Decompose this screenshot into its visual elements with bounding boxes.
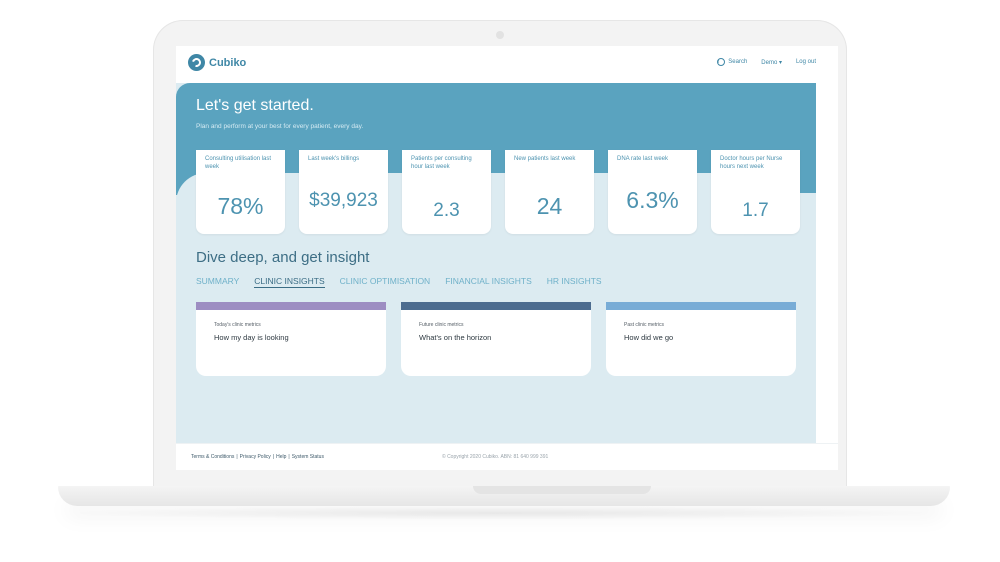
tab-clinic-optimisation[interactable]: CLINIC OPTIMISATION (340, 276, 431, 288)
panel-accent-bar (401, 302, 591, 310)
panel-kicker: Today's clinic metrics (214, 322, 261, 328)
logo[interactable]: Cubiko (188, 54, 246, 71)
panel-title: How my day is looking (214, 333, 289, 342)
footer: Terms & Conditions | Privacy Policy | He… (176, 443, 838, 470)
tab-summary[interactable]: SUMMARY (196, 276, 239, 288)
system-status-link[interactable]: System Status (292, 454, 324, 460)
kpi-card[interactable]: Patients per consulting hour last week 2… (402, 150, 491, 234)
footer-divider: | (236, 454, 238, 460)
kpi-card[interactable]: Consulting utilisation last week 78% (196, 150, 285, 234)
panel-kicker: Future clinic metrics (419, 322, 464, 328)
app-screen: Cubiko i Search Demo ▾ Log out Let's get… (176, 46, 838, 470)
kpi-label: Doctor hours per Nurse hours next week (720, 156, 783, 170)
laptop-shadow (60, 506, 940, 520)
logo-text: Cubiko (209, 56, 247, 69)
info-icon: i (717, 58, 726, 66)
insight-panel-past[interactable]: Past clinic metrics How did we go (606, 302, 796, 376)
panel-title: How did we go (624, 333, 674, 342)
tab-financial-insights[interactable]: FINANCIAL INSIGHTS (445, 276, 532, 288)
top-links: i Search Demo ▾ Log out (717, 58, 816, 66)
panel-accent-bar (196, 302, 386, 310)
demo-dropdown[interactable]: Demo ▾ (761, 58, 782, 66)
privacy-link[interactable]: Privacy Policy (240, 454, 271, 460)
search-link[interactable]: i Search (717, 58, 747, 66)
help-link[interactable]: Help (276, 454, 286, 460)
kpi-label: New patients last week (514, 156, 576, 162)
kpi-value: 1.7 (742, 200, 769, 221)
kpi-label: Patients per consulting hour last week (411, 156, 472, 170)
insight-panels: Today's clinic metrics How my day is loo… (196, 302, 796, 376)
kpi-label: Last week's billings (308, 156, 360, 162)
page-subtitle: Plan and perform at your best for every … (196, 123, 364, 130)
kpi-value: 78% (217, 193, 264, 219)
kpi-row: Consulting utilisation last week 78% Las… (196, 150, 800, 234)
panel-accent-bar (606, 302, 796, 310)
kpi-label: Consulting utilisation last week (205, 156, 272, 170)
insight-panel-today[interactable]: Today's clinic metrics How my day is loo… (196, 302, 386, 376)
footer-links: Terms & Conditions | Privacy Policy | He… (191, 454, 324, 460)
kpi-value: 6.3% (626, 187, 679, 213)
kpi-card[interactable]: Doctor hours per Nurse hours next week 1… (711, 150, 800, 234)
page-title: Let's get started. (196, 97, 314, 114)
laptop-notch (473, 486, 651, 494)
terms-link[interactable]: Terms & Conditions (191, 454, 234, 460)
top-bar: Cubiko i Search Demo ▾ Log out (176, 46, 838, 82)
kpi-value: 24 (536, 193, 563, 219)
section-title: Dive deep, and get insight (196, 249, 370, 266)
main-area: Let's get started. Plan and perform at y… (176, 83, 816, 443)
search-label: Search (728, 59, 748, 65)
kpi-label: DNA rate last week (617, 156, 669, 162)
kpi-value: 2.3 (433, 200, 460, 221)
footer-divider: | (272, 454, 275, 460)
cubiko-logo-icon (188, 54, 205, 71)
laptop-base (58, 486, 950, 506)
logout-link[interactable]: Log out (796, 58, 816, 66)
insight-tabs: SUMMARY CLINIC INSIGHTS CLINIC OPTIMISAT… (196, 276, 602, 288)
tab-clinic-insights[interactable]: CLINIC INSIGHTS (254, 276, 325, 288)
kpi-card[interactable]: New patients last week 24 (505, 150, 594, 234)
kpi-value: $39,923 (309, 190, 378, 211)
kpi-card[interactable]: DNA rate last week 6.3% (608, 150, 697, 234)
tab-hr-insights[interactable]: HR INSIGHTS (547, 276, 602, 288)
insight-panel-future[interactable]: Future clinic metrics What's on the hori… (401, 302, 591, 376)
panel-title: What's on the horizon (419, 333, 492, 342)
footer-divider: | (288, 454, 290, 460)
kpi-card[interactable]: Last week's billings $39,923 (299, 150, 388, 234)
camera-dot (496, 31, 504, 39)
panel-kicker: Past clinic metrics (624, 322, 665, 328)
copyright: © Copyright 2020 Cubiko. ABN: 81 640 999… (442, 454, 549, 460)
